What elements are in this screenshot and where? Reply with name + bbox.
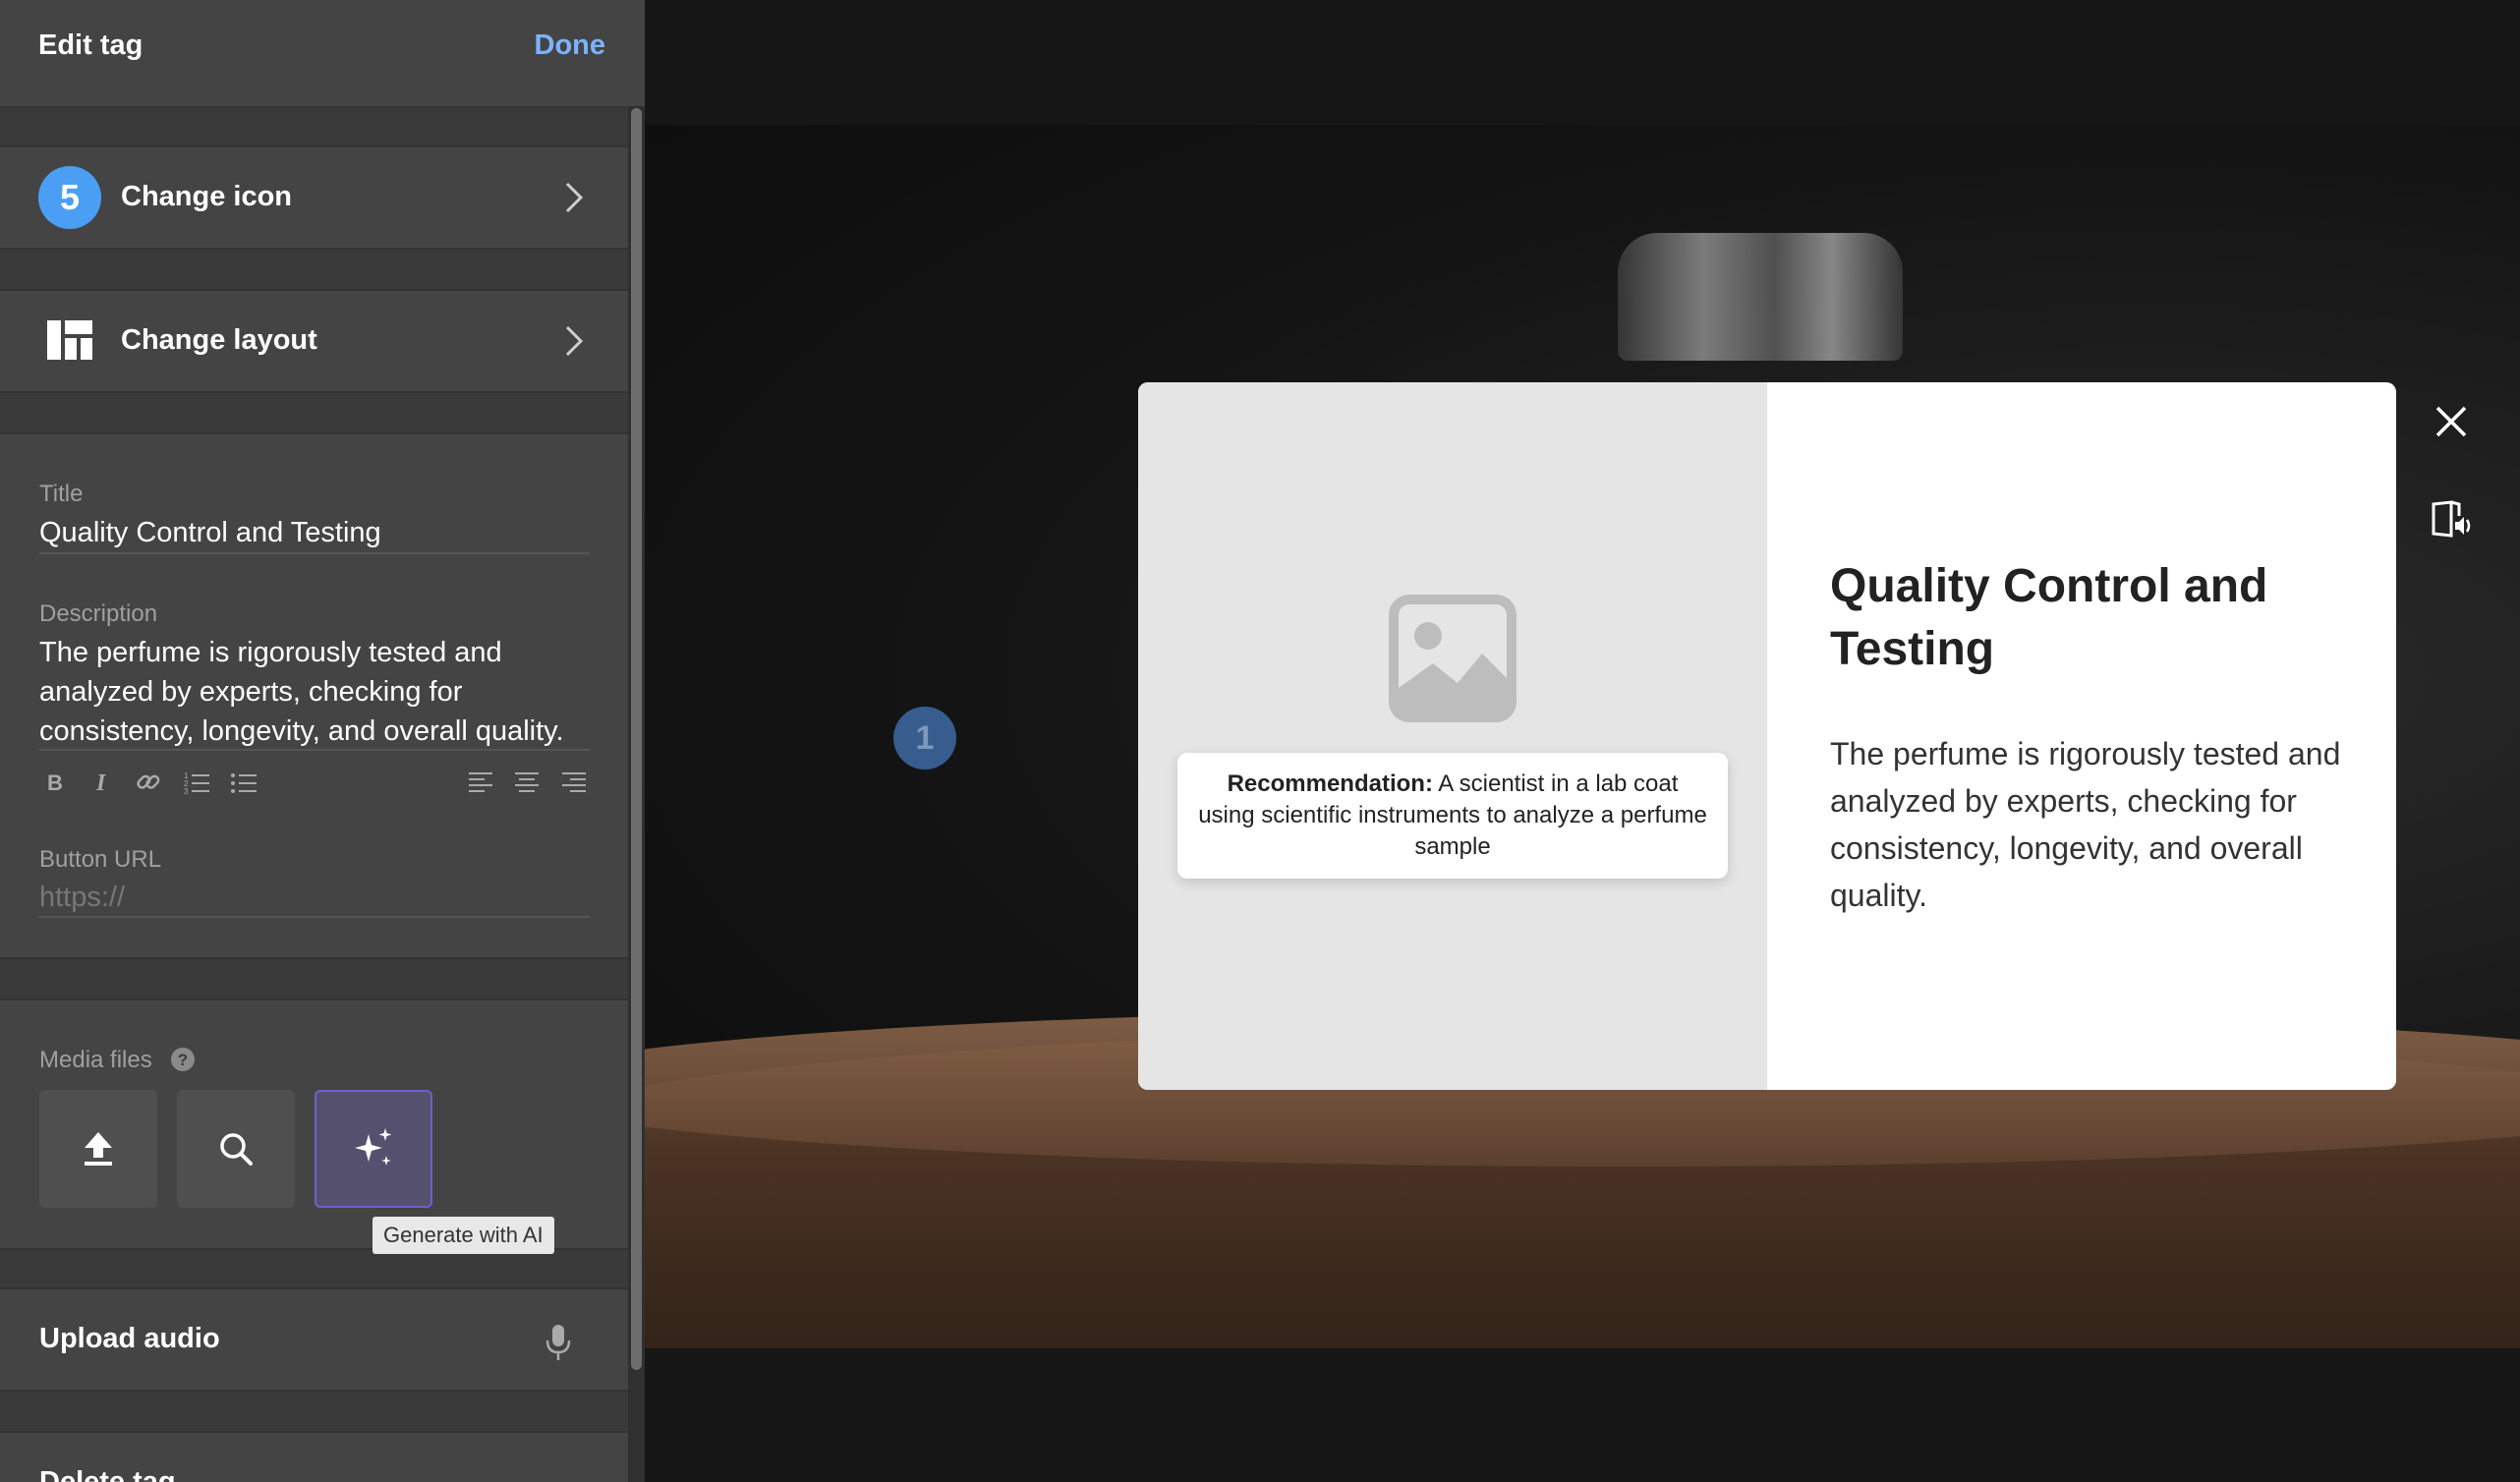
- title-input[interactable]: Quality Control and Testing: [39, 513, 590, 552]
- popup-image-placeholder: Recommendation: A scientist in a lab coa…: [1138, 382, 1767, 1090]
- upload-icon: [85, 1132, 112, 1166]
- button-url-input[interactable]: https://: [39, 878, 590, 917]
- panel-header: Edit tag Done: [0, 0, 645, 108]
- edit-tag-panel: Edit tag Done 5 Change icon Change layou…: [0, 0, 645, 1482]
- button-url-label: Button URL: [39, 846, 162, 873]
- image-placeholder-icon: [1389, 595, 1517, 722]
- hotspot-marker[interactable]: 1: [893, 707, 956, 770]
- svg-text:?: ?: [178, 1051, 188, 1069]
- audio-book-icon[interactable]: [2430, 496, 2475, 542]
- layout-icon: [47, 320, 92, 360]
- bottle-cap-shape: [1618, 233, 1903, 361]
- tag-popup-card: Recommendation: A scientist in a lab coa…: [1138, 382, 2396, 1090]
- svg-text:3: 3: [184, 787, 189, 796]
- bullet-list-icon[interactable]: [230, 769, 258, 796]
- align-left-icon[interactable]: [467, 769, 494, 796]
- panel-scrollbar[interactable]: [628, 106, 645, 1482]
- recommendation-box: Recommendation: A scientist in a lab coa…: [1177, 753, 1728, 879]
- close-icon[interactable]: [2432, 402, 2471, 441]
- upload-audio-row[interactable]: Upload audio: [0, 1287, 628, 1392]
- change-icon-row[interactable]: 5 Change icon: [0, 145, 628, 250]
- popup-description: The perfume is rigorously tested and ana…: [1830, 736, 2341, 913]
- svg-text:B: B: [47, 770, 63, 795]
- generate-ai-button[interactable]: [315, 1090, 432, 1208]
- done-button[interactable]: Done: [535, 29, 606, 62]
- change-icon-label: Change icon: [121, 181, 293, 212]
- description-input[interactable]: The perfume is rigorously tested and ana…: [39, 633, 590, 751]
- svg-text:I: I: [95, 770, 107, 796]
- delete-tag-row[interactable]: Delete tag: [0, 1431, 628, 1482]
- help-icon[interactable]: ?: [170, 1047, 196, 1072]
- chevron-right-icon: [565, 325, 584, 357]
- button-url-underline: [39, 916, 590, 918]
- scrollbar-thumb[interactable]: [631, 108, 642, 1370]
- upload-media-button[interactable]: [39, 1090, 157, 1208]
- popup-title: Quality Control and Testing: [1830, 560, 2268, 675]
- description-label: Description: [39, 600, 158, 627]
- ordered-list-icon[interactable]: 1 2 3: [183, 769, 210, 796]
- title-underline: [39, 552, 590, 554]
- change-layout-row[interactable]: Change layout: [0, 289, 628, 393]
- recommendation-label: Recommendation:: [1227, 770, 1433, 797]
- bold-icon[interactable]: B: [41, 769, 69, 796]
- media-files-label: Media files: [39, 1047, 152, 1073]
- link-icon[interactable]: [135, 769, 162, 796]
- description-underline: [39, 749, 590, 751]
- delete-tag-label: Delete tag: [39, 1466, 176, 1482]
- italic-icon[interactable]: I: [88, 769, 116, 796]
- title-label: Title: [39, 481, 84, 507]
- chevron-right-icon: [565, 182, 584, 213]
- search-icon: [220, 1133, 253, 1166]
- sparkles-icon: [355, 1128, 392, 1166]
- change-layout-label: Change layout: [121, 324, 317, 356]
- panel-title: Edit tag: [38, 29, 143, 61]
- microphone-icon: [545, 1325, 571, 1360]
- align-center-icon[interactable]: [513, 769, 541, 796]
- upload-audio-label: Upload audio: [39, 1323, 220, 1354]
- align-right-icon[interactable]: [560, 769, 588, 796]
- generate-ai-tooltip: Generate with AI: [372, 1217, 554, 1254]
- search-media-button[interactable]: [177, 1090, 295, 1208]
- tag-number-badge: 5: [38, 166, 101, 229]
